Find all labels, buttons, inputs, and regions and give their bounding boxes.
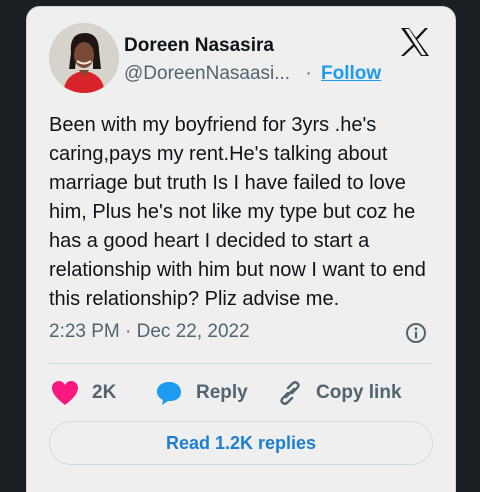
x-logo-icon[interactable] bbox=[399, 27, 431, 57]
avatar[interactable] bbox=[49, 23, 119, 93]
avatar-image bbox=[49, 23, 119, 93]
reply-bubble-icon bbox=[157, 382, 181, 405]
tweet-text: Been with my boyfriend for 3yrs .he's ca… bbox=[49, 114, 426, 310]
reply-label: Reply bbox=[196, 382, 248, 403]
read-replies-button[interactable]: Read 1.2K replies bbox=[49, 421, 433, 465]
copy-link-label: Copy link bbox=[316, 382, 402, 403]
reply-button[interactable]: Reply bbox=[155, 379, 248, 407]
separator-dot: · bbox=[305, 63, 312, 84]
heart-icon bbox=[52, 381, 78, 405]
follow-button[interactable]: Follow bbox=[321, 63, 381, 84]
author-name[interactable]: Doreen Nasasira bbox=[124, 35, 274, 57]
divider bbox=[49, 363, 433, 364]
link-icon bbox=[280, 381, 300, 405]
author-handle[interactable]: @DoreenNasaasi... bbox=[124, 63, 290, 84]
info-icon[interactable] bbox=[405, 322, 427, 344]
tweet-card: Doreen Nasasira @DoreenNasaasi... · Foll… bbox=[26, 6, 456, 492]
like-count: 2K bbox=[92, 382, 117, 403]
copy-link-button[interactable]: Copy link bbox=[277, 379, 402, 407]
timestamp[interactable]: 2:23 PM · Dec 22, 2022 bbox=[49, 321, 250, 343]
author-handle-row: @DoreenNasaasi... · Follow bbox=[124, 63, 381, 85]
like-button[interactable]: 2K bbox=[51, 379, 116, 407]
